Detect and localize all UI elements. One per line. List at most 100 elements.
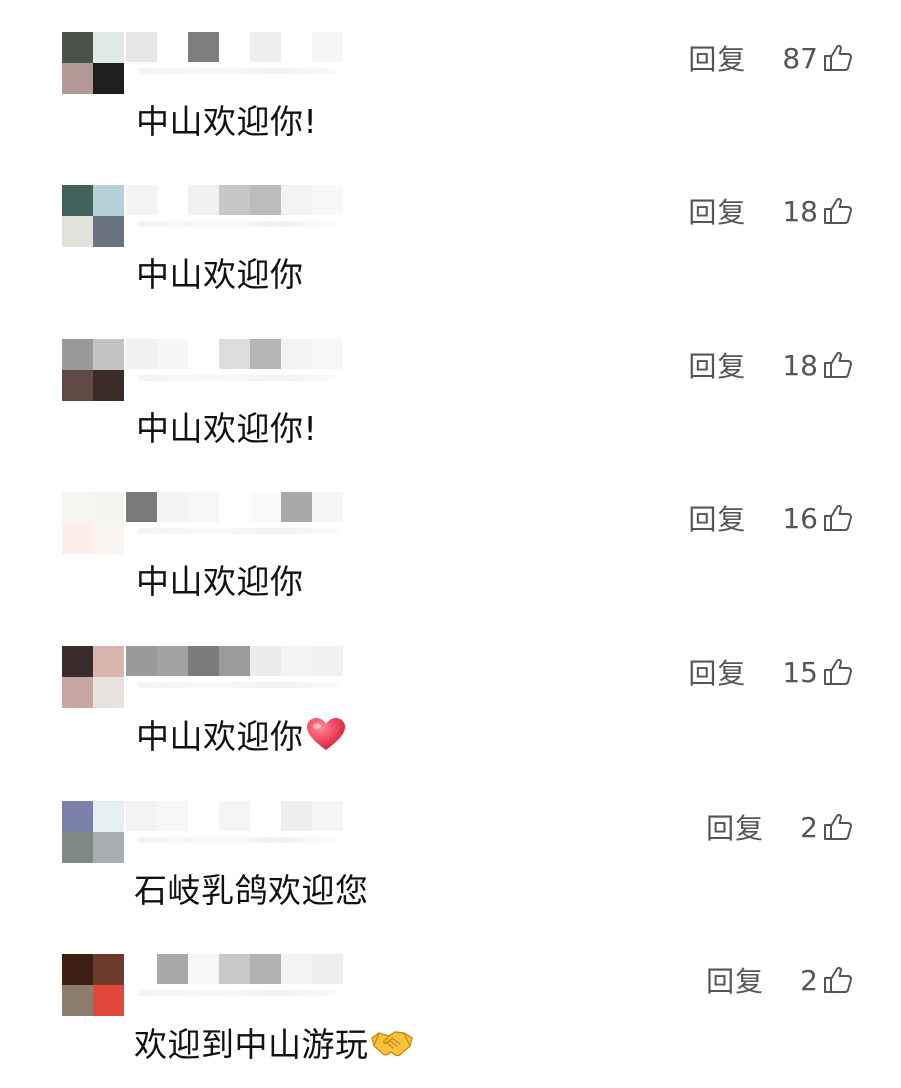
username-mosaic-block [188, 339, 219, 369]
avatar-mosaic-tile [62, 832, 93, 863]
thumbs-up-icon[interactable] [822, 42, 854, 74]
username-blur-strip [138, 682, 338, 688]
avatar-mosaic-tile [62, 185, 93, 216]
username-mosaic-block [188, 185, 219, 215]
avatar-mosaic-tile [93, 32, 124, 63]
username-mosaic-block [312, 801, 343, 831]
avatar-mosaic-tile [62, 523, 93, 554]
avatar-mosaic-tile [62, 985, 93, 1016]
username-mosaic-block [126, 954, 157, 984]
avatar-mosaic-tile [93, 677, 124, 708]
username-mosaic-block [126, 801, 157, 831]
comment-actions: 回复 87 [688, 38, 854, 78]
username-mosaic-block [250, 801, 281, 831]
avatar[interactable] [62, 646, 124, 708]
username-pixelated[interactable] [126, 32, 406, 74]
avatar-mosaic-tile [93, 339, 124, 370]
username-blur-strip [138, 221, 338, 227]
comment-list: 中山欢迎你! 回复 87 中山欢迎你 回复 18 中山欢迎你! 回复 18 中山… [0, 0, 901, 1088]
username-mosaic-block [250, 185, 281, 215]
avatar-mosaic-tile [93, 832, 124, 863]
avatar[interactable] [62, 32, 124, 94]
comment-actions: 回复 16 [688, 498, 854, 538]
comment-text-content: 中山欢迎你 [136, 717, 304, 756]
username-mosaic-block [157, 954, 188, 984]
comment-text: 中山欢迎你 [136, 255, 304, 295]
thumbs-up-icon[interactable] [822, 349, 854, 381]
comment-item: 欢迎到中山游玩 回复 2 [0, 922, 901, 1064]
comment-text: 石岐乳鸽欢迎您 [134, 871, 369, 911]
username-pixelated[interactable] [126, 801, 406, 843]
avatar-mosaic-tile [62, 492, 93, 523]
username-mosaic-block [126, 32, 157, 62]
username-mosaic-block [250, 954, 281, 984]
thumbs-up-icon[interactable] [822, 656, 854, 688]
like-count: 18 [782, 194, 818, 228]
username-blur-strip [138, 837, 338, 843]
avatar-mosaic-tile [62, 339, 93, 370]
username-blur-strip [138, 68, 338, 74]
username-blur-strip [138, 990, 338, 996]
comment-text-content: 欢迎到中山游玩 [134, 1025, 369, 1064]
reply-button[interactable]: 回复 [688, 191, 746, 231]
username-pixelated[interactable] [126, 954, 406, 996]
like-count: 18 [782, 348, 818, 382]
avatar[interactable] [62, 492, 124, 554]
username-pixelated[interactable] [126, 646, 406, 688]
username-mosaic-block [250, 32, 281, 62]
username-mosaic-block [312, 185, 343, 215]
username-pixelated[interactable] [126, 339, 406, 381]
username-mosaic-block [157, 492, 188, 522]
avatar[interactable] [62, 954, 124, 1016]
comment-text: 中山欢迎你! [136, 409, 317, 449]
comment-actions: 回复 15 [688, 652, 854, 692]
username-mosaic-block [219, 492, 250, 522]
comment-item: 中山欢迎你 回复 18 [0, 153, 901, 295]
handshake-emoji [370, 1031, 413, 1057]
username-mosaic-block [219, 801, 250, 831]
thumbs-up-icon[interactable] [822, 502, 854, 534]
comment-item: 中山欢迎你 回复 16 [0, 460, 901, 602]
reply-button[interactable]: 回复 [688, 38, 746, 78]
avatar-mosaic-tile [62, 216, 93, 247]
username-mosaic-block [219, 185, 250, 215]
username-mosaic-block [312, 339, 343, 369]
thumbs-up-icon[interactable] [822, 964, 854, 996]
reply-button[interactable]: 回复 [706, 960, 764, 1000]
avatar-mosaic-tile [93, 985, 124, 1016]
avatar[interactable] [62, 801, 124, 863]
comment-actions: 回复 18 [688, 345, 854, 385]
comment-text-content: 中山欢迎你! [136, 409, 318, 448]
username-mosaic-block [157, 32, 188, 62]
avatar-mosaic-tile [62, 32, 93, 63]
avatar-mosaic-tile [93, 216, 124, 247]
avatar[interactable] [62, 185, 124, 247]
avatar-mosaic-tile [62, 677, 93, 708]
username-pixelated[interactable] [126, 185, 406, 227]
username-mosaic-block [281, 801, 312, 831]
like-count: 2 [800, 963, 818, 997]
username-mosaic-block [157, 801, 188, 831]
username-mosaic-block [312, 646, 343, 676]
reply-button[interactable]: 回复 [706, 807, 764, 847]
reply-button[interactable]: 回复 [688, 345, 746, 385]
avatar[interactable] [62, 339, 124, 401]
avatar-mosaic-tile [62, 646, 93, 677]
comment-text: 中山欢迎你! [136, 102, 317, 142]
username-mosaic-block [219, 646, 250, 676]
thumbs-up-icon[interactable] [822, 811, 854, 843]
thumbs-up-icon[interactable] [822, 195, 854, 227]
comment-actions: 回复 2 [706, 960, 854, 1000]
avatar-mosaic-tile [62, 954, 93, 985]
username-pixelated[interactable] [126, 492, 406, 534]
avatar-mosaic-tile [93, 492, 124, 523]
avatar-mosaic-tile [62, 370, 93, 401]
username-mosaic-block [219, 339, 250, 369]
comment-actions: 回复 2 [706, 807, 854, 847]
reply-button[interactable]: 回复 [688, 652, 746, 692]
comment-item: 中山欢迎你 回复 15 [0, 614, 901, 756]
reply-button[interactable]: 回复 [688, 498, 746, 538]
username-mosaic-block [312, 954, 343, 984]
comment-text: 中山欢迎你 [136, 562, 304, 602]
username-mosaic-block [157, 185, 188, 215]
